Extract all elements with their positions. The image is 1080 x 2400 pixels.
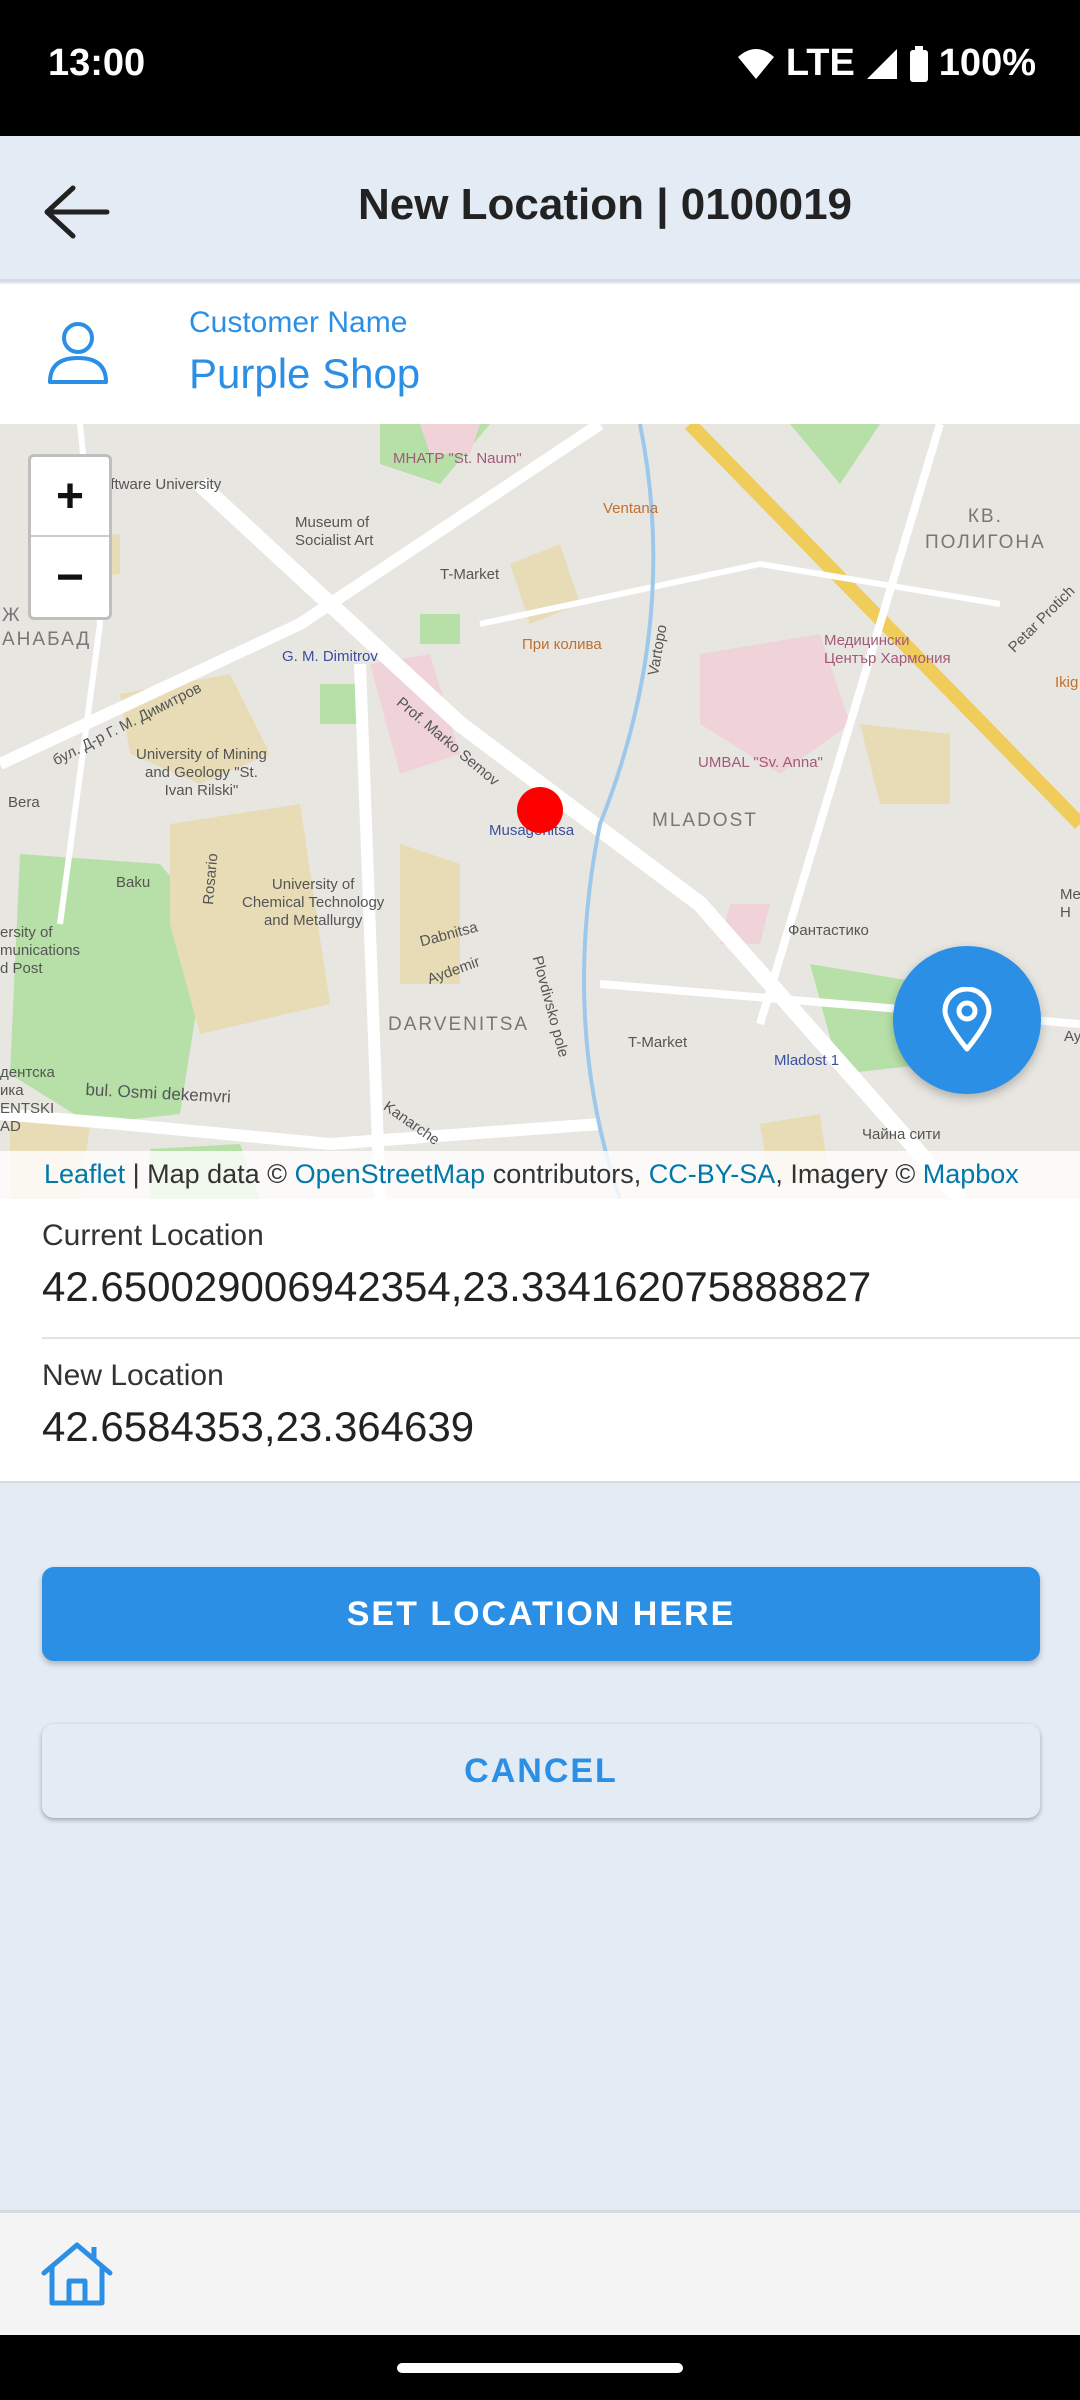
customer-name-value: Purple Shop [189,350,421,397]
map-label: дентска ика ENTSKI AD [0,1064,55,1135]
map-label: При колива [522,636,602,653]
map-label: DARVENITSA [388,1014,530,1035]
map-label: Ay [1064,1028,1080,1045]
new-location-value: 42.6584353,23.364639 [42,1403,475,1450]
battery-icon [909,45,928,82]
page-title: New Location | 0100019 [357,180,853,229]
map-label: КВ. ПОЛИГОНА [925,506,1046,553]
map-label: T-Market [628,1034,688,1051]
map-pin-icon [942,987,992,1052]
mapbox-link[interactable]: Mapbox [923,1159,1019,1189]
battery-percent: 100% [938,42,1036,84]
customer-info: Customer Name Purple Shop [0,284,1080,424]
map-label: Mladost 1 [774,1052,840,1069]
map-label: Me H [1060,886,1080,921]
map-label: Ventana [603,500,659,517]
map-attribution: Leaflet | Map data © OpenStreetMap contr… [0,1151,1080,1199]
map-label: Bera [8,794,40,811]
osm-link[interactable]: OpenStreetMap [295,1159,486,1189]
zoom-out-button[interactable]: − [31,537,109,617]
location-panel: Current Location 42.650029006942354,23.3… [0,1199,1080,1483]
map-label: oftware University [102,476,222,493]
status-indicators: LTE 100% [736,42,1036,85]
map-label: Museum of Socialist Art [295,514,374,549]
zoom-in-button[interactable]: + [31,457,109,537]
home-icon [41,2242,113,2306]
new-location-label: New Location [42,1359,224,1392]
current-location-value: 42.650029006942354,23.334162075888827 [42,1263,872,1310]
network-type: LTE [785,42,855,84]
map-label: G. M. Dimitrov [282,648,378,665]
map-label: University of Chemical Technology and Me… [242,876,385,929]
current-location-row: Current Location 42.650029006942354,23.3… [42,1219,1080,1339]
map-label: Медицински Център Хармония [824,632,951,667]
cancel-button[interactable]: CANCEL [42,1724,1040,1818]
home-button[interactable] [40,2239,114,2312]
attribution-text: , Imagery © [775,1159,923,1189]
map-label: МНАТР "St. Naum" [393,450,522,467]
map-label: Фантастико [788,922,869,939]
app-bar: New Location | 0100019 [0,136,1080,282]
license-link[interactable]: CC-BY-SA [649,1159,776,1189]
status-bar: 13:00 LTE 100% [0,0,1080,136]
status-time: 13:00 [48,42,146,84]
set-location-button[interactable]: SET LOCATION HERE [42,1567,1040,1661]
leaflet-link[interactable]: Leaflet [44,1159,125,1189]
current-location-label: Current Location [42,1219,264,1252]
map-label: Чайна сити [862,1126,941,1143]
map-label: Baku [116,874,151,891]
gesture-bar [0,2335,1080,2400]
new-location-row: New Location 42.6584353,23.364639 [42,1359,1080,1451]
bottom-navigation [0,2210,1080,2335]
wifi-icon [737,48,774,79]
attribution-text: contributors, [485,1159,649,1189]
map-label: MLADOST [652,810,758,831]
attribution-text: | Map data © [125,1159,295,1189]
person-icon [48,322,108,384]
map-view[interactable]: МНАТР "St. Naum" oftware University Muse… [0,424,1080,1199]
home-gesture-handle[interactable] [397,2363,683,2373]
cell-signal-icon [866,48,897,79]
customer-name-label: Customer Name [189,306,408,339]
map-label: University of Mining and Geology "St. Iv… [136,746,267,799]
locate-me-button[interactable] [893,946,1041,1094]
location-marker[interactable] [517,787,563,833]
map-label: T-Market [440,566,500,583]
map-label: Ikig [1055,674,1079,691]
map-label: ersity of munications d Post [0,924,81,977]
zoom-control: + − [28,454,112,620]
map-label: UMBAL "Sv. Anna" [698,754,823,771]
